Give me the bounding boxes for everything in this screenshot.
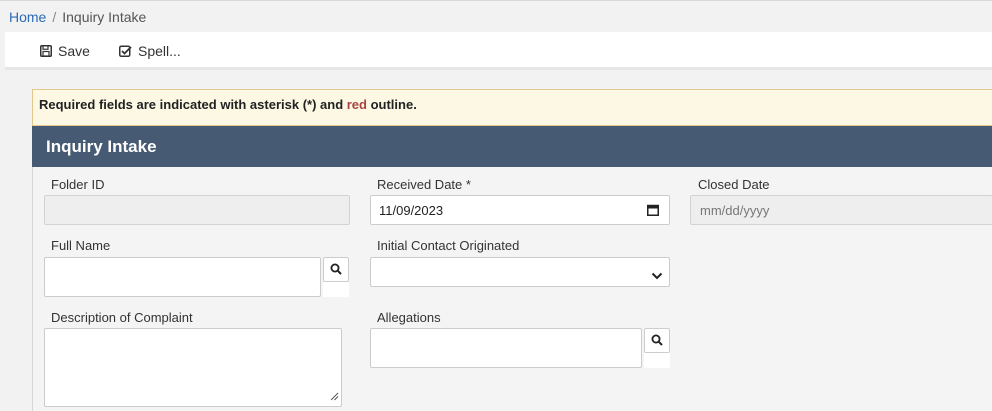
description-textarea[interactable] bbox=[44, 328, 342, 407]
required-fields-notice: Required fields are indicated with aster… bbox=[32, 89, 992, 126]
breadcrumb-separator: / bbox=[52, 9, 57, 25]
spell-check-button[interactable]: Spell... bbox=[119, 40, 181, 62]
full-name-label: Full Name bbox=[51, 238, 111, 253]
breadcrumb-home-link[interactable]: Home bbox=[9, 9, 46, 25]
magnifier-icon bbox=[651, 333, 663, 349]
received-date-label: Received Date * bbox=[377, 177, 471, 192]
received-date-value: 11/09/2023 bbox=[379, 203, 444, 218]
top-border bbox=[0, 0, 992, 1]
save-button-label: Save bbox=[58, 43, 90, 59]
folder-id-label: Folder ID bbox=[51, 177, 105, 192]
received-date-input[interactable]: 11/09/2023 bbox=[370, 195, 670, 225]
calendar-icon[interactable] bbox=[647, 204, 659, 219]
form-panel: Folder ID Received Date * 11/09/2023 Clo… bbox=[32, 167, 992, 411]
closed-date-input: mm/dd/yyyy bbox=[690, 195, 992, 225]
initial-contact-label: Initial Contact Originated bbox=[377, 238, 520, 253]
left-gutter bbox=[0, 73, 5, 411]
breadcrumb: Home / Inquiry Intake bbox=[9, 9, 146, 25]
description-label: Description of Complaint bbox=[51, 310, 193, 325]
notice-text-part1: Required fields are indicated with aster… bbox=[39, 97, 347, 112]
closed-date-label: Closed Date bbox=[698, 177, 770, 192]
allegations-input[interactable] bbox=[370, 328, 642, 368]
save-button[interactable]: Save bbox=[40, 40, 90, 62]
magnifier-icon bbox=[330, 262, 342, 278]
floppy-disk-icon bbox=[40, 45, 52, 57]
full-name-search-button[interactable] bbox=[323, 257, 349, 297]
resize-grip-icon[interactable] bbox=[330, 389, 339, 404]
check-square-icon bbox=[119, 45, 132, 57]
chevron-down-icon bbox=[651, 268, 663, 283]
notice-red-word: red bbox=[346, 97, 367, 112]
full-name-input[interactable] bbox=[44, 257, 321, 297]
folder-id-field bbox=[44, 195, 350, 225]
spell-check-button-label: Spell... bbox=[138, 43, 181, 59]
allegations-label: Allegations bbox=[377, 310, 441, 325]
initial-contact-select[interactable] bbox=[370, 257, 670, 287]
toolbar: Save Spell... bbox=[5, 32, 992, 70]
breadcrumb-current: Inquiry Intake bbox=[62, 9, 147, 25]
allegations-search-button[interactable] bbox=[644, 328, 670, 368]
panel-title: Inquiry Intake bbox=[32, 126, 992, 167]
notice-text-part2: outline. bbox=[366, 97, 417, 112]
closed-date-placeholder: mm/dd/yyyy bbox=[700, 203, 770, 218]
